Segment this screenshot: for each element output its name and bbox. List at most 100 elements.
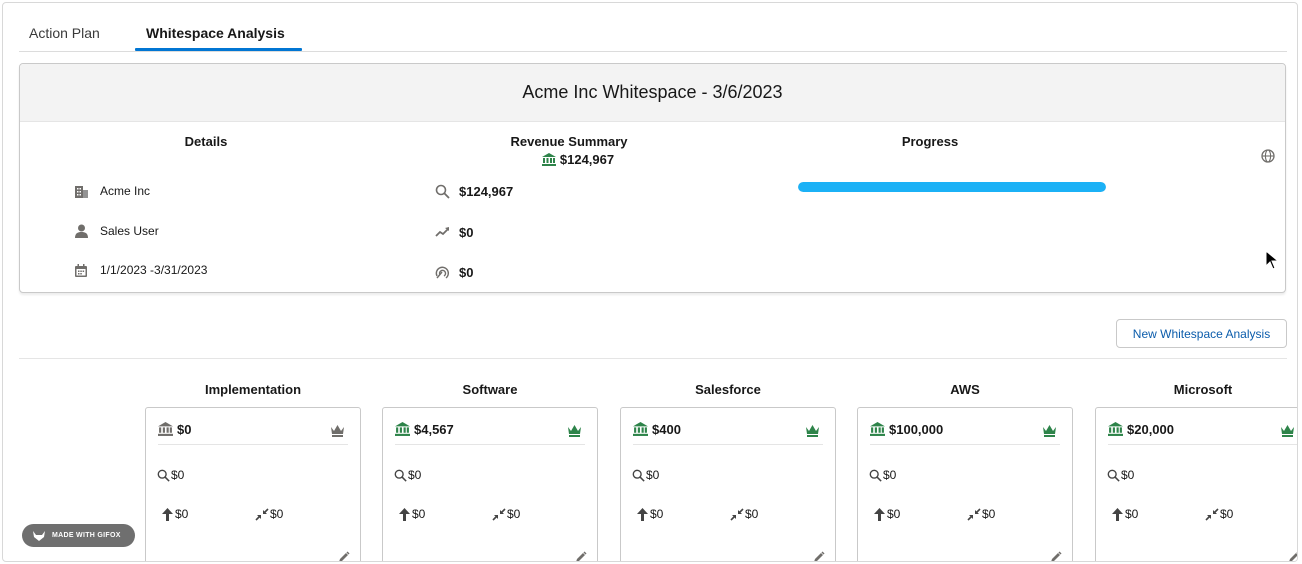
edit-pencil-icon[interactable] bbox=[575, 551, 587, 562]
category-pipeline-row: $0 bbox=[156, 468, 184, 482]
section-divider bbox=[19, 358, 1287, 359]
detail-dates: 1/1/2023 -3/31/2023 bbox=[74, 263, 207, 277]
category-crosssell-value: $0 bbox=[982, 507, 996, 521]
search-icon bbox=[434, 183, 450, 199]
tab-action-plan[interactable]: Action Plan bbox=[29, 25, 100, 41]
edit-pencil-icon[interactable] bbox=[813, 551, 825, 562]
user-name[interactable]: Sales User bbox=[100, 224, 159, 238]
crown-icon bbox=[1281, 425, 1294, 437]
details-heading: Details bbox=[184, 134, 228, 149]
category-pipeline-value: $0 bbox=[408, 468, 422, 482]
bank-icon bbox=[158, 422, 173, 436]
category-upsell-value: $0 bbox=[887, 507, 901, 521]
progress-bar bbox=[798, 182, 1106, 192]
bank-icon bbox=[870, 422, 885, 436]
category-pipeline-row: $0 bbox=[868, 468, 896, 482]
app-frame: Action Plan Whitespace Analysis Acme Inc… bbox=[2, 2, 1298, 562]
category-amount: $100,000 bbox=[889, 422, 944, 437]
revenue-pipeline-value: $124,967 bbox=[459, 183, 514, 199]
category-crosssell-value: $0 bbox=[745, 507, 759, 521]
shrink-arrows-icon bbox=[1205, 507, 1219, 521]
category-pipeline-value: $0 bbox=[646, 468, 660, 482]
category-amount-row: $0 bbox=[158, 422, 348, 445]
revenue-summary-heading: Revenue Summary bbox=[510, 134, 628, 149]
category-pipeline-value: $0 bbox=[1121, 468, 1135, 482]
revenue-total-value: $124,967 bbox=[559, 152, 615, 167]
arrow-up-icon bbox=[1110, 507, 1124, 521]
edit-pencil-icon[interactable] bbox=[1050, 551, 1062, 562]
category-title: Microsoft bbox=[1173, 382, 1233, 397]
new-whitespace-analysis-button[interactable]: New Whitespace Analysis bbox=[1116, 319, 1287, 348]
category-upsell-value: $0 bbox=[1125, 507, 1139, 521]
search-icon bbox=[868, 468, 882, 482]
date-range: 1/1/2023 -3/31/2023 bbox=[100, 263, 208, 277]
category-amount: $400 bbox=[652, 422, 681, 437]
category-amount: $0 bbox=[177, 422, 192, 437]
category-crosssell-row: $0 bbox=[730, 507, 758, 521]
bank-icon bbox=[541, 153, 556, 166]
arrow-up-icon bbox=[397, 507, 411, 521]
account-name[interactable]: Acme Inc bbox=[100, 184, 150, 198]
search-icon bbox=[631, 468, 645, 482]
category-crosssell-row: $0 bbox=[255, 507, 283, 521]
category-amount: $4,567 bbox=[414, 422, 454, 437]
category-crosssell-row: $0 bbox=[967, 507, 995, 521]
category-title: Software bbox=[462, 382, 518, 397]
category-pipeline-row: $0 bbox=[393, 468, 421, 482]
category-upsell-row: $0 bbox=[397, 507, 425, 521]
category-crosssell-value: $0 bbox=[270, 507, 284, 521]
globe-icon[interactable] bbox=[1261, 149, 1275, 163]
crown-icon bbox=[568, 425, 581, 437]
revenue-crosssell-row: $0 bbox=[434, 264, 473, 280]
whitespace-summary-card: Acme Inc Whitespace - 3/6/2023 Details R… bbox=[19, 63, 1286, 293]
category-card: $400 $0 $0 $0 bbox=[620, 407, 836, 562]
progress-heading: Progress bbox=[901, 134, 959, 149]
detail-account: Acme Inc bbox=[74, 184, 150, 198]
category-title: Implementation bbox=[204, 382, 302, 397]
shrink-arrows-icon bbox=[730, 507, 744, 521]
target-icon bbox=[434, 264, 450, 280]
bank-icon bbox=[1108, 422, 1123, 436]
edit-pencil-icon[interactable] bbox=[338, 551, 350, 562]
category-upsell-value: $0 bbox=[650, 507, 664, 521]
shrink-arrows-icon bbox=[255, 507, 269, 521]
category-pipeline-value: $0 bbox=[883, 468, 897, 482]
arrow-up-icon bbox=[160, 507, 174, 521]
bank-icon bbox=[633, 422, 648, 436]
shrink-arrows-icon bbox=[967, 507, 981, 521]
revenue-pipeline-row: $124,967 bbox=[434, 183, 513, 199]
category-pipeline-row: $0 bbox=[631, 468, 659, 482]
detail-user: Sales User bbox=[74, 224, 159, 238]
category-upsell-value: $0 bbox=[412, 507, 426, 521]
category-amount-row: $400 bbox=[633, 422, 823, 445]
category-crosssell-row: $0 bbox=[1205, 507, 1233, 521]
calendar-icon bbox=[74, 263, 88, 277]
arrow-up-icon bbox=[635, 507, 649, 521]
category-upsell-row: $0 bbox=[160, 507, 188, 521]
category-crosssell-row: $0 bbox=[492, 507, 520, 521]
category-crosssell-value: $0 bbox=[507, 507, 521, 521]
bank-icon bbox=[395, 422, 410, 436]
trend-icon bbox=[434, 224, 450, 240]
revenue-upsell-value: $0 bbox=[459, 224, 474, 240]
category-card: $0 $0 $0 $0 bbox=[145, 407, 361, 562]
category-upsell-value: $0 bbox=[175, 507, 189, 521]
category-card: $20,000 $0 $0 $0 bbox=[1095, 407, 1298, 562]
user-icon bbox=[74, 224, 88, 238]
category-amount: $20,000 bbox=[1127, 422, 1174, 437]
category-card: $4,567 $0 $0 $0 bbox=[382, 407, 598, 562]
fox-logo-icon bbox=[33, 530, 45, 541]
summary-title: Acme Inc Whitespace - 3/6/2023 bbox=[20, 64, 1285, 122]
category-pipeline-row: $0 bbox=[1106, 468, 1134, 482]
revenue-total: $124,967 bbox=[528, 152, 628, 167]
category-title: Salesforce bbox=[695, 382, 761, 397]
category-crosssell-value: $0 bbox=[1220, 507, 1234, 521]
shrink-arrows-icon bbox=[492, 507, 506, 521]
search-icon bbox=[1106, 468, 1120, 482]
gifox-watermark-text: MADE WITH GIFOX bbox=[52, 532, 121, 539]
edit-pencil-icon[interactable] bbox=[1288, 551, 1298, 562]
tab-whitespace-analysis[interactable]: Whitespace Analysis bbox=[146, 25, 285, 41]
category-amount-row: $4,567 bbox=[395, 422, 585, 445]
revenue-upsell-row: $0 bbox=[434, 224, 473, 240]
crown-icon bbox=[1043, 425, 1056, 437]
